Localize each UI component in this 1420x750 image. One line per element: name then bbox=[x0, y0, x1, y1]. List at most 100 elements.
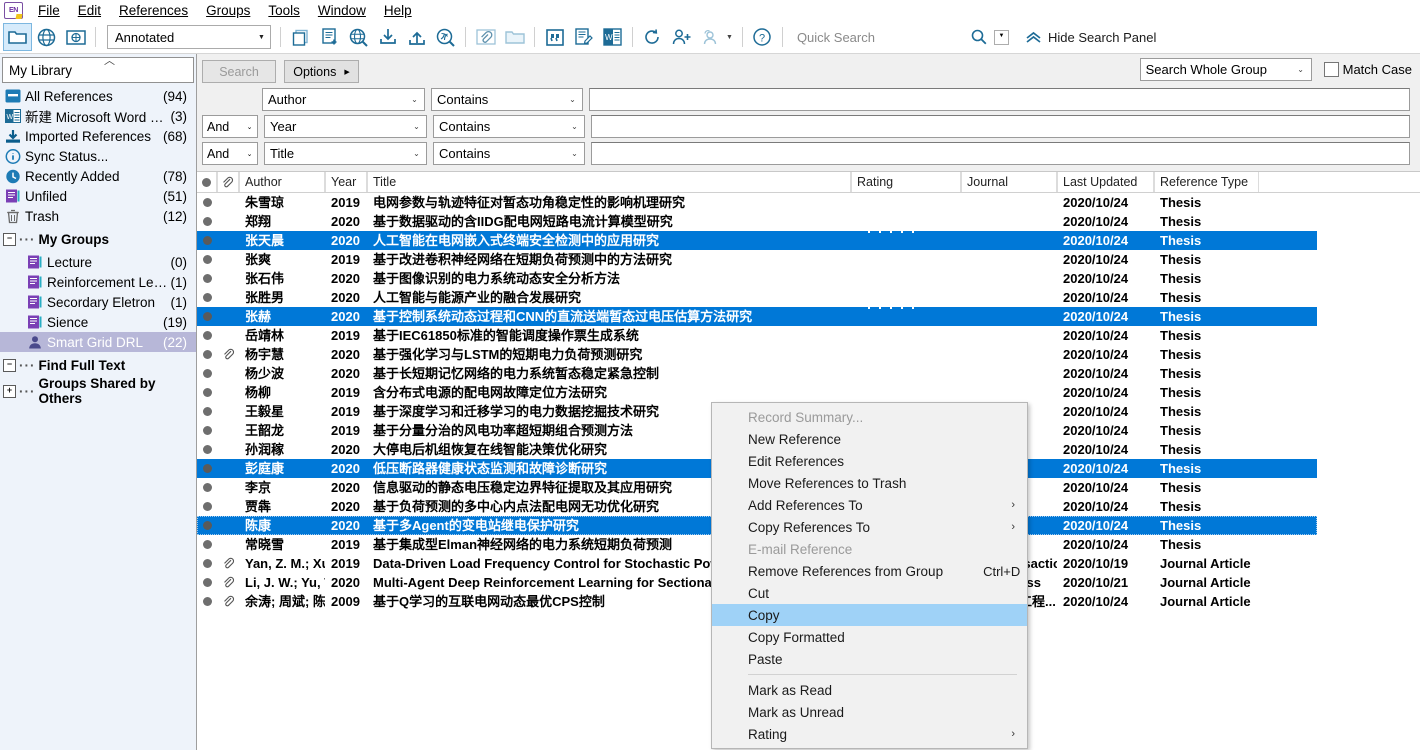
attach-file-icon[interactable] bbox=[471, 23, 500, 51]
table-row[interactable]: 张赫 2020 基于控制系统动态过程和CNN的直流送端暂态过电压估算方法研究 2020… bbox=[197, 307, 1317, 326]
groups-shared-section[interactable]: + ··· Groups Shared by Others bbox=[0, 376, 196, 406]
context-menu-item-mark-as-unread[interactable]: Mark as Unread bbox=[712, 701, 1027, 723]
hide-search-panel-button[interactable]: Hide Search Panel bbox=[1025, 30, 1156, 45]
unread-dot-icon[interactable] bbox=[202, 426, 212, 435]
edit-reference-icon[interactable] bbox=[569, 23, 598, 51]
sidebar-item-trash[interactable]: Trash (12) bbox=[0, 206, 196, 226]
rating-stars[interactable] bbox=[857, 307, 961, 309]
search-term-input-2[interactable] bbox=[591, 115, 1410, 138]
collapse-icon[interactable]: − bbox=[3, 232, 16, 246]
quick-search-dropdown[interactable]: ▼ bbox=[993, 29, 1009, 45]
unread-dot-icon[interactable] bbox=[202, 559, 212, 568]
sidebar-item-reinforcement-learing[interactable]: Reinforcement Learing (1) bbox=[0, 272, 196, 292]
table-row[interactable]: 杨宇慧 2020 基于强化学习与LSTM的短期电力负荷预测研究 2020/10/24 T… bbox=[197, 345, 1420, 364]
column-header-year[interactable]: Year bbox=[325, 172, 367, 192]
chevron-down-icon[interactable]: ⌄ bbox=[407, 149, 426, 158]
open-folder-icon[interactable] bbox=[500, 23, 529, 51]
manuscript-matcher-icon[interactable] bbox=[696, 23, 725, 51]
unread-dot-icon[interactable] bbox=[202, 407, 212, 416]
unread-dot-icon[interactable] bbox=[202, 483, 212, 492]
folder-icon[interactable] bbox=[3, 23, 32, 51]
import-icon[interactable] bbox=[373, 23, 402, 51]
menu-references[interactable]: References bbox=[110, 1, 197, 20]
context-menu-item-mark-as-read[interactable]: Mark as Read bbox=[712, 679, 1027, 701]
search-field-select-2[interactable]: Year ⌄ bbox=[264, 115, 427, 138]
unread-dot-icon[interactable] bbox=[202, 312, 212, 321]
search-operator-select-1[interactable]: Contains ⌄ bbox=[431, 88, 583, 111]
collapse-icon[interactable]: − bbox=[3, 358, 16, 372]
table-row[interactable]: 岳靖林 2019 基于IEC61850标准的智能调度操作票生成系统 2020/10/2… bbox=[197, 326, 1420, 345]
search-field-select-1[interactable]: Author ⌄ bbox=[262, 88, 425, 111]
context-menu-item-copy[interactable]: Copy bbox=[712, 604, 1027, 626]
menu-file[interactable]: File bbox=[29, 1, 69, 20]
menu-help[interactable]: Help bbox=[375, 1, 421, 20]
export-icon[interactable] bbox=[402, 23, 431, 51]
sidebar-item-recently-added[interactable]: Recently Added (78) bbox=[0, 166, 196, 186]
table-row[interactable]: 杨柳 2019 含分布式电源的配电网故障定位方法研究 2020/10/24 Thesis bbox=[197, 383, 1420, 402]
output-style-combo[interactable]: Annotated ▼ bbox=[107, 25, 271, 49]
column-header-clip[interactable] bbox=[217, 172, 239, 192]
boolean-operator-select-3[interactable]: And ⌄ bbox=[202, 142, 258, 165]
search-operator-select-3[interactable]: Contains ⌄ bbox=[433, 142, 585, 165]
sidebar-item-smart-grid-drl[interactable]: Smart Grid DRL (22) bbox=[0, 332, 196, 352]
chevron-down-icon[interactable]: ⌄ bbox=[242, 150, 257, 158]
help-icon[interactable]: ? bbox=[748, 23, 777, 51]
library-header[interactable]: My Library ︿ bbox=[2, 55, 194, 83]
table-row[interactable]: 张天晨 2020 人工智能在电网嵌入式终端安全检测中的应用研究 2020/10/24 T… bbox=[197, 231, 1317, 250]
column-divider[interactable] bbox=[851, 172, 852, 192]
context-menu-item-add-references-to[interactable]: Add References To › bbox=[712, 494, 1027, 516]
expand-icon[interactable]: + bbox=[3, 384, 16, 398]
context-menu-item-move-references-to-trash[interactable]: Move References to Trash bbox=[712, 472, 1027, 494]
chevron-down-icon[interactable]: ⌄ bbox=[405, 95, 424, 104]
rating-stars[interactable] bbox=[857, 231, 961, 233]
quote-icon[interactable] bbox=[540, 23, 569, 51]
context-menu-item-copy-references-to[interactable]: Copy References To › bbox=[712, 516, 1027, 538]
chevron-down-icon[interactable]: ▼ bbox=[726, 34, 733, 41]
chevron-down-icon[interactable]: ▼ bbox=[253, 34, 270, 41]
word-icon[interactable]: W bbox=[598, 23, 627, 51]
context-menu-item-rating[interactable]: Rating › bbox=[712, 723, 1027, 745]
column-header-type[interactable]: Reference Type bbox=[1154, 172, 1259, 192]
menu-window[interactable]: Window bbox=[309, 1, 375, 20]
unread-dot-icon[interactable] bbox=[202, 369, 212, 378]
online-folder-icon[interactable] bbox=[61, 23, 90, 51]
sidebar-item-sience[interactable]: Sience (19) bbox=[0, 312, 196, 332]
column-divider[interactable] bbox=[1057, 172, 1058, 192]
sidebar-item-secordary-eletron[interactable]: Secordary Eletron (1) bbox=[0, 292, 196, 312]
column-divider[interactable] bbox=[239, 172, 240, 192]
globe-icon[interactable] bbox=[32, 23, 61, 51]
table-row[interactable]: 郑翔 2020 基于数据驱动的含IIDG配电网短路电流计算模型研究 2020/10/2… bbox=[197, 212, 1420, 231]
search-icon[interactable] bbox=[971, 29, 987, 45]
unread-dot-icon[interactable] bbox=[202, 521, 212, 530]
unread-dot-icon[interactable] bbox=[202, 255, 212, 264]
column-divider[interactable] bbox=[961, 172, 962, 192]
column-header-title[interactable]: Title bbox=[367, 172, 851, 192]
menu-tools[interactable]: Tools bbox=[259, 1, 309, 20]
search-term-input-3[interactable] bbox=[591, 142, 1410, 165]
menu-groups[interactable]: Groups bbox=[197, 1, 259, 20]
new-reference-icon[interactable] bbox=[315, 23, 344, 51]
table-row[interactable]: 张爽 2019 基于改进卷积神经网络在短期负荷预测中的方法研究 2020/10/24 T… bbox=[197, 250, 1420, 269]
menu-edit[interactable]: Edit bbox=[69, 1, 110, 20]
chevron-down-icon[interactable]: ⌄ bbox=[407, 122, 426, 131]
column-divider[interactable] bbox=[217, 172, 218, 192]
my-groups-section[interactable]: − ··· My Groups bbox=[0, 226, 196, 252]
unread-dot-icon[interactable] bbox=[202, 578, 212, 587]
column-header-journal[interactable]: Journal bbox=[961, 172, 1057, 192]
sidebar-item-unfiled[interactable]: Unfiled (51) bbox=[0, 186, 196, 206]
chevron-down-icon[interactable]: ⌄ bbox=[565, 122, 584, 131]
search-term-input-1[interactable] bbox=[589, 88, 1410, 111]
sidebar-item-lecture[interactable]: Lecture (0) bbox=[0, 252, 196, 272]
unread-dot-icon[interactable] bbox=[202, 198, 212, 207]
sidebar-item-imported-references[interactable]: Imported References (68) bbox=[0, 126, 196, 146]
sidebar-item-word-document[interactable]: W 新建 Microsoft Word 文... (3) bbox=[0, 106, 196, 126]
context-menu-item-copy-formatted[interactable]: Copy Formatted bbox=[712, 626, 1027, 648]
search-button[interactable]: Search bbox=[202, 60, 276, 83]
column-header-author[interactable]: Author bbox=[239, 172, 325, 192]
unread-dot-icon[interactable] bbox=[202, 445, 212, 454]
share-library-icon[interactable] bbox=[667, 23, 696, 51]
column-divider[interactable] bbox=[325, 172, 326, 192]
quick-search-input[interactable]: Quick Search bbox=[797, 30, 875, 45]
copy-icon[interactable] bbox=[286, 23, 315, 51]
sidebar-item-sync-status[interactable]: Sync Status... bbox=[0, 146, 196, 166]
